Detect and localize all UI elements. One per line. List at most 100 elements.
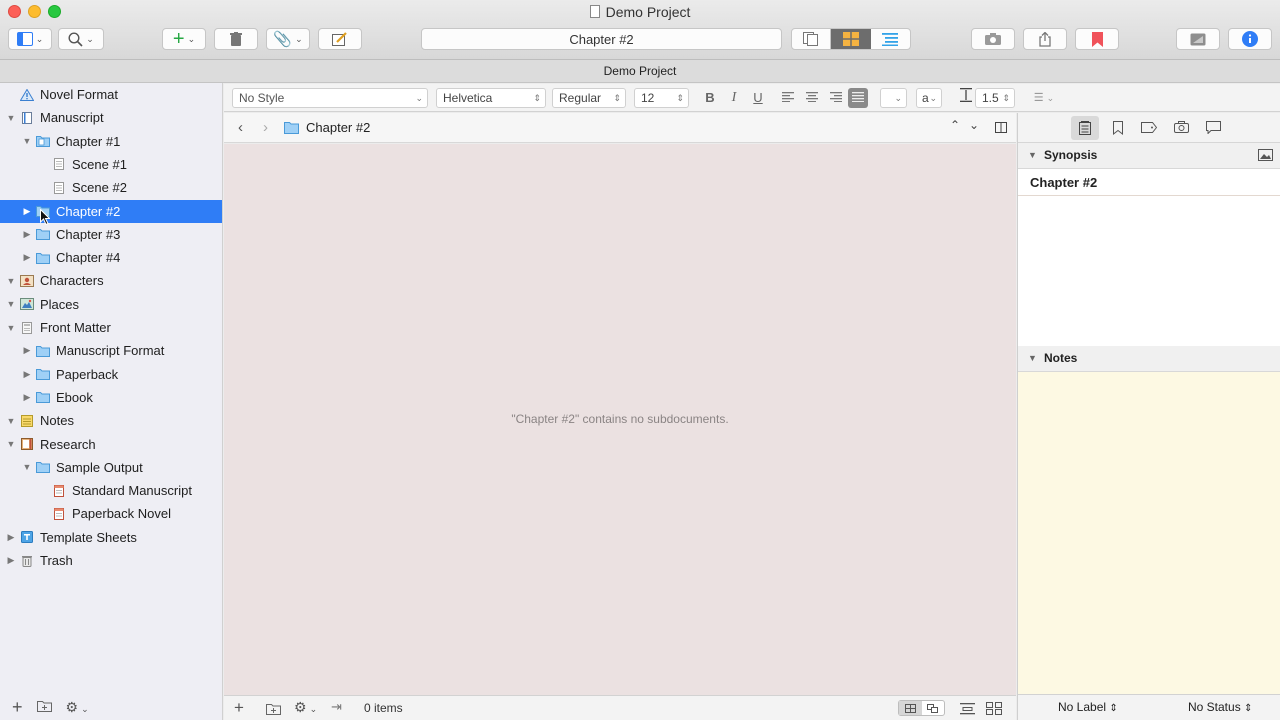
disclosure-open-icon[interactable]: ▼	[22, 136, 32, 146]
corkboard-editor[interactable]: "Chapter #2" contains no subdocuments.	[224, 144, 1016, 695]
highlight-color-popup[interactable]: a ⌄	[916, 88, 942, 108]
disclosure-open-icon[interactable]: ▼	[6, 323, 16, 333]
font-size-popup[interactable]: 12 ⇕	[634, 88, 689, 108]
add-item-button[interactable]: +	[12, 697, 23, 718]
binder-item[interactable]: ▼ Sample Output	[0, 456, 222, 479]
binder-item[interactable]: Novel Format	[0, 83, 222, 106]
text-color-popup[interactable]: ⌄	[880, 88, 907, 108]
binder-item[interactable]: ▶ Ebook	[0, 386, 222, 409]
disclosure-open-icon[interactable]: ▼	[6, 276, 16, 286]
cards-across-icon[interactable]	[986, 702, 1002, 715]
snapshot-button[interactable]	[971, 28, 1015, 50]
corkboard-view-button[interactable]	[831, 29, 871, 49]
notes-header[interactable]: ▼ Notes	[1018, 346, 1280, 372]
disclosure-closed-icon[interactable]: ▶	[6, 555, 16, 566]
disclosure-closed-icon[interactable]: ▶	[22, 252, 32, 263]
binder-item[interactable]: ▼ Notes	[0, 409, 222, 432]
editor-settings-button[interactable]: ⚙ ⌄	[294, 699, 317, 716]
item-count: 0 items	[364, 701, 403, 715]
line-spacing-popup[interactable]: 1.5 ⇕	[975, 88, 1015, 108]
binder-item[interactable]: Scene #2	[0, 176, 222, 199]
binder-item[interactable]: ▶ Chapter #4	[0, 246, 222, 269]
binder-item[interactable]: ▼ Manuscript	[0, 106, 222, 129]
freeform-cards-button[interactable]	[922, 701, 945, 715]
card-size-icon[interactable]	[960, 702, 975, 715]
disclosure-closed-icon[interactable]: ▶	[22, 369, 32, 380]
justify-button[interactable]	[848, 88, 868, 108]
back-arrow-button[interactable]: ‹	[238, 119, 243, 136]
binder-item[interactable]: ▼ Characters	[0, 269, 222, 292]
disclosure-open-icon[interactable]: ▼	[6, 299, 16, 309]
binder-settings-button[interactable]: ⚙ ⌄	[66, 699, 89, 716]
status-popup[interactable]: No Status ⇕	[1188, 700, 1252, 714]
disclosure-open-icon[interactable]: ▼	[6, 439, 16, 449]
new-folder-icon[interactable]	[266, 702, 281, 715]
bold-button[interactable]: B	[700, 88, 720, 108]
synopsis-text-area[interactable]	[1018, 196, 1280, 346]
disclosure-closed-icon[interactable]: ▶	[22, 345, 32, 356]
share-button[interactable]	[1023, 28, 1067, 50]
composition-mode-button[interactable]	[1176, 28, 1220, 50]
quick-search-button[interactable]: ⌄	[58, 28, 104, 50]
add-folder-button[interactable]	[36, 699, 52, 715]
editor-header-title[interactable]: Chapter #2	[306, 120, 370, 135]
disclosure-closed-icon[interactable]: ▶	[22, 392, 32, 403]
split-editor-icon[interactable]	[995, 122, 1007, 133]
binder-item[interactable]: Scene #1	[0, 153, 222, 176]
view-mode-button[interactable]: ⌄	[8, 28, 52, 50]
previous-document-button[interactable]: ⌃	[950, 118, 960, 132]
disclosure-open-icon[interactable]: ▼	[6, 113, 16, 123]
bookmark-outline-icon[interactable]	[1113, 121, 1123, 135]
next-document-button[interactable]: ⌄	[969, 118, 979, 132]
binder-item[interactable]: Paperback Novel	[0, 502, 222, 525]
disclosure-closed-icon[interactable]: ▶	[22, 229, 32, 240]
binder-item[interactable]: ▶ Chapter #2	[0, 199, 222, 223]
binder-item[interactable]: ▼ Front Matter	[0, 316, 222, 339]
disclosure-open-icon[interactable]: ▼	[6, 416, 16, 426]
synopsis-title[interactable]: Chapter #2	[1018, 169, 1280, 196]
disclosure-closed-icon[interactable]: ▶	[6, 532, 16, 543]
binder-item[interactable]: ▶ Manuscript Format	[0, 339, 222, 362]
tab-notes[interactable]	[1071, 116, 1099, 140]
font-family-popup[interactable]: Helvetica ⇕	[436, 88, 546, 108]
font-weight-popup[interactable]: Regular ⇕	[552, 88, 626, 108]
binder-item[interactable]: ▶ Trash	[0, 549, 222, 572]
notes-text-area[interactable]	[1018, 372, 1280, 694]
delete-button[interactable]	[214, 28, 258, 50]
style-popup[interactable]: No Style ⌄	[232, 88, 428, 108]
go-to-icon[interactable]: ⇥	[331, 699, 342, 715]
inspector-toggle-button[interactable]	[1228, 28, 1272, 50]
disclosure-closed-icon[interactable]: ▶	[22, 206, 32, 217]
attachment-button[interactable]: 📎 ⌄	[266, 28, 310, 50]
align-right-button[interactable]	[826, 88, 846, 108]
bookmark-button[interactable]	[1075, 28, 1119, 50]
scrivenings-view-button[interactable]	[792, 29, 832, 49]
underline-button[interactable]: U	[748, 88, 768, 108]
binder-item[interactable]: ▼ Places	[0, 293, 222, 316]
binder-item[interactable]: ▶ Paperback	[0, 363, 222, 386]
document-title-field[interactable]: Chapter #2	[421, 28, 782, 50]
binder-item[interactable]: ▶ Template Sheets	[0, 526, 222, 549]
binder-item[interactable]: ▶ Chapter #3	[0, 223, 222, 246]
compose-button[interactable]	[318, 28, 362, 50]
camera-icon[interactable]	[1174, 121, 1189, 133]
binder-item[interactable]: Standard Manuscript	[0, 479, 222, 502]
add-document-button[interactable]: + ⌄	[162, 28, 206, 50]
forward-arrow-button[interactable]: ›	[263, 119, 268, 136]
synopsis-header[interactable]: ▼ Synopsis	[1018, 143, 1280, 169]
binder-sidebar[interactable]: Novel Format ▼ Manuscript ▼ Chapter #1 Scene …	[0, 83, 223, 720]
add-card-button[interactable]: +	[234, 698, 244, 718]
binder-item[interactable]: ▼ Research	[0, 433, 222, 456]
metadata-tag-icon[interactable]	[1141, 122, 1157, 133]
align-center-button[interactable]	[802, 88, 822, 108]
disclosure-open-icon[interactable]: ▼	[22, 462, 32, 472]
binder-item[interactable]: ▼ Chapter #1	[0, 130, 222, 153]
comment-icon[interactable]	[1206, 121, 1221, 134]
align-left-button[interactable]	[778, 88, 798, 108]
list-style-button[interactable]: ☰ ⌄	[1028, 88, 1060, 108]
label-popup[interactable]: No Label ⇕	[1058, 700, 1118, 714]
image-icon[interactable]	[1258, 149, 1273, 161]
outliner-view-button[interactable]	[871, 29, 910, 49]
grid-cards-button[interactable]	[899, 701, 922, 715]
italic-button[interactable]: I	[724, 88, 744, 108]
